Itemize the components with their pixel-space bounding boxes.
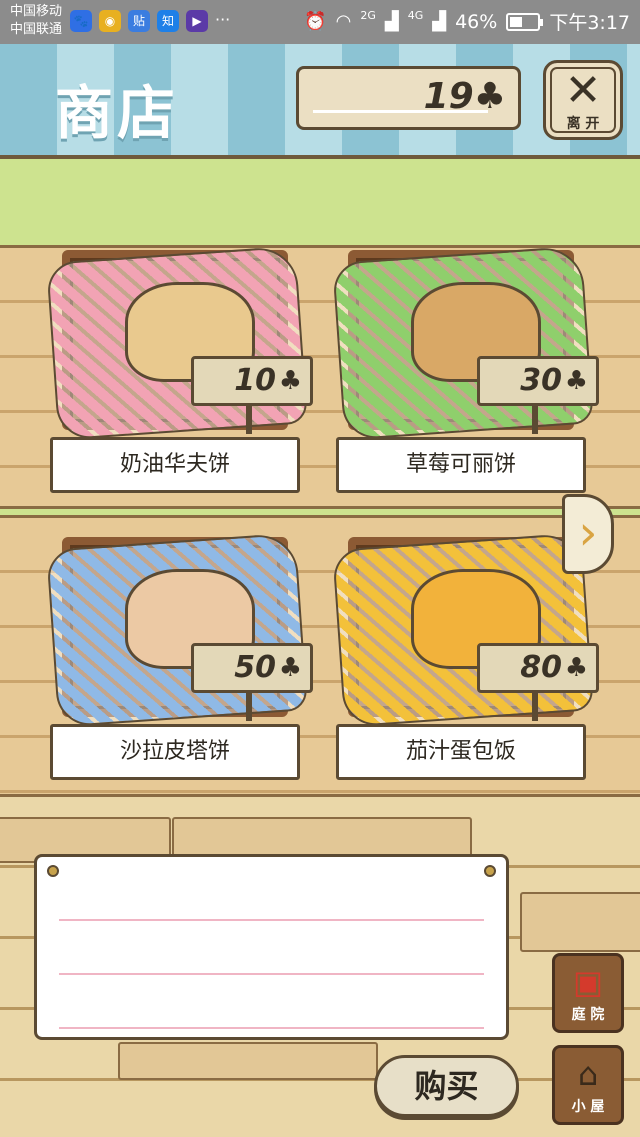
description-card <box>34 854 509 1040</box>
yard-label: 庭 院 <box>571 1007 605 1023</box>
price-value: 50 <box>234 650 276 685</box>
wall-strip <box>0 159 640 247</box>
pin-dot <box>47 865 59 877</box>
item-name: 草莓可丽饼 <box>336 437 586 493</box>
buy-button[interactable]: 购买 <box>374 1055 519 1117</box>
page-title: 商店 <box>55 79 180 147</box>
yard-button[interactable]: ▣ 庭 院 <box>552 953 624 1033</box>
clover-icon: ♣ <box>564 366 588 396</box>
weibo-icon: ◉ <box>99 10 121 32</box>
clover-icon: ♣ <box>473 76 506 117</box>
house-label: 小 屋 <box>571 1099 605 1115</box>
house-button[interactable]: ⌂ 小 屋 <box>552 1045 624 1125</box>
shop-header: 商店 19♣ ✕ 离 开 <box>0 44 640 159</box>
shop-item-pita[interactable]: 50 ♣ 沙拉皮塔饼 <box>46 532 313 787</box>
price-value: 80 <box>520 650 562 685</box>
note-line <box>59 919 484 921</box>
notification-icons: 🐾 ◉ 贴知 ▶ ··· <box>70 10 230 32</box>
wifi-icon: ◠ <box>335 11 352 32</box>
network-2g: 2G <box>360 9 376 22</box>
clover-icon: ♣ <box>564 653 588 683</box>
balance-amount: 19♣ <box>424 76 506 117</box>
signal-icon: ▟ <box>384 11 399 32</box>
network-4g: 4G <box>407 9 424 22</box>
price-value: 10 <box>234 363 276 398</box>
house-icon: ⌂ <box>577 1055 599 1093</box>
battery-fill <box>510 16 523 27</box>
mailbox-icon: ▣ <box>572 963 604 1001</box>
item-name: 茄汁蛋包饭 <box>336 724 586 780</box>
tag-pin <box>246 406 252 434</box>
signal-icon-2: ▟ <box>432 11 447 32</box>
clover-icon: ♣ <box>278 653 302 683</box>
price-tag: 30 ♣ <box>477 356 599 406</box>
tag-pin <box>246 693 252 721</box>
shop-item-waffle[interactable]: 10 ♣ 奶油华夫饼 <box>46 245 313 500</box>
battery-percent: 46% <box>455 10 498 33</box>
video-icon: ▶ <box>186 10 208 32</box>
clover-icon: ♣ <box>278 366 302 396</box>
carrier-1: 中国移动 <box>10 4 63 19</box>
price-tag: 50 ♣ <box>191 643 313 693</box>
zhihu-icon: 知 <box>157 10 179 32</box>
price-tag: 80 ♣ <box>477 643 599 693</box>
shop-item-crepe[interactable]: 30 ♣ 草莓可丽饼 <box>332 245 599 500</box>
item-name: 奶油华夫饼 <box>50 437 300 493</box>
shop-item-omurice[interactable]: 80 ♣ 茄汁蛋包饭 <box>332 532 599 787</box>
tag-pin <box>532 406 538 434</box>
carrier-2: 中国联通 <box>10 22 63 37</box>
balance-value: 19 <box>423 76 474 117</box>
pin-dot <box>484 865 496 877</box>
floor-board <box>520 892 640 952</box>
close-icon: ✕ <box>564 65 602 116</box>
price-value: 30 <box>520 363 562 398</box>
more-notifications-icon: ··· <box>215 10 231 29</box>
tieba-icon: 贴 <box>128 10 150 32</box>
alarm-icon: ⏰ <box>304 11 327 32</box>
clock: 下午3:17 <box>549 12 630 34</box>
status-right: ⏰ ◠ 2G ▟ 4G ▟ 46% 下午3:17 <box>304 8 630 35</box>
battery-icon <box>506 12 544 31</box>
tag-pin <box>532 693 538 721</box>
price-tag: 10 ♣ <box>191 356 313 406</box>
note-line <box>59 973 484 975</box>
note-line <box>59 1027 484 1029</box>
next-page-arrow[interactable]: › <box>562 494 614 574</box>
leave-button[interactable]: ✕ 离 开 <box>543 60 623 140</box>
clover-balance: 19♣ <box>296 66 521 130</box>
baidu-icon: 🐾 <box>70 10 92 32</box>
leave-label: 离 开 <box>566 116 600 132</box>
carrier-info: 中国移动 中国联通 <box>10 3 62 39</box>
item-name: 沙拉皮塔饼 <box>50 724 300 780</box>
status-bar: 中国移动 中国联通 🐾 ◉ 贴知 ▶ ··· ⏰ ◠ 2G ▟ 4G ▟ 46% 下午3… <box>0 0 640 44</box>
floor-board <box>118 1042 378 1080</box>
